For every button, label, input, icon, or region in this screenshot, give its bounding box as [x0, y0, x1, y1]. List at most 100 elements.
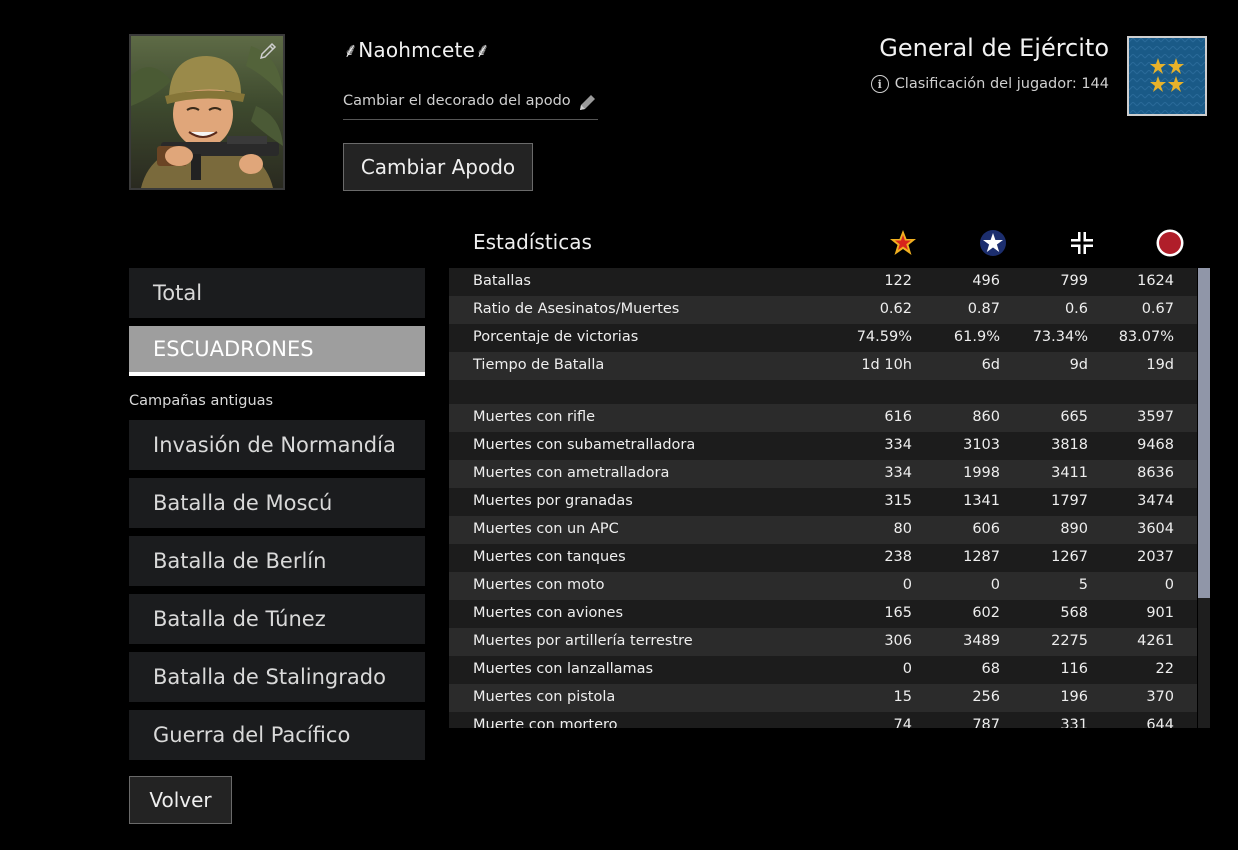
usa-star-icon: [978, 228, 1008, 258]
row-label: Muertes por artillería terrestre: [473, 633, 693, 649]
table-row: Muertes con rifle 616 860 665 3597: [449, 404, 1197, 432]
row-label: Tiempo de Batalla: [473, 357, 605, 373]
row-value: 73.34%: [1032, 329, 1088, 345]
row-value: 787: [972, 717, 1000, 728]
pencil-icon[interactable]: [578, 92, 598, 112]
sidebar-item-pacific[interactable]: Guerra del Pacífico: [129, 710, 425, 760]
info-icon[interactable]: i: [870, 75, 889, 93]
row-value: 4261: [1137, 633, 1174, 649]
row-value: 22: [1155, 661, 1174, 677]
row-value: 3411: [1051, 465, 1088, 481]
table-row: Muertes con aviones 165 602 568 901: [449, 600, 1197, 628]
row-value: 1287: [963, 549, 1000, 565]
row-value: 306: [884, 633, 912, 649]
stats-table: Batallas 122 496 799 1624 Ratio de Asesi…: [449, 268, 1197, 728]
player-classification-text: Clasificación del jugador: 144: [894, 76, 1109, 92]
row-value: 1267: [1051, 549, 1088, 565]
row-value: 644: [1146, 717, 1174, 728]
row-value: 0.6: [1064, 301, 1088, 317]
table-row: Batallas 122 496 799 1624: [449, 268, 1197, 296]
sidebar-item-squadrons[interactable]: ESCUADRONES: [129, 326, 425, 376]
table-row: Ratio de Asesinatos/Muertes 0.62 0.87 0.…: [449, 296, 1197, 324]
row-value: 3489: [963, 633, 1000, 649]
row-value: 6d: [981, 357, 1000, 373]
row-value: 1341: [963, 493, 1000, 509]
rank-title: General de Ejército: [879, 34, 1109, 62]
row-label: Ratio de Asesinatos/Muertes: [473, 301, 680, 317]
edit-avatar-pencil-icon[interactable]: [257, 40, 279, 62]
japan-circle-icon: [1155, 228, 1185, 258]
row-value: 602: [972, 605, 1000, 621]
sidebar-item-berlin[interactable]: Batalla de Berlín: [129, 536, 425, 586]
change-nickname-decor-field[interactable]: Cambiar el decorado del apodo: [343, 90, 598, 120]
row-value: 331: [1060, 717, 1088, 728]
back-button[interactable]: Volver: [129, 776, 232, 824]
stats-scrollbar-thumb[interactable]: [1198, 268, 1210, 598]
row-value: 5: [1078, 577, 1088, 593]
row-value: 1624: [1137, 273, 1174, 289]
sidebar-item-stalingrad[interactable]: Batalla de Stalingrado: [129, 652, 425, 702]
row-value: 2037: [1137, 549, 1174, 565]
row-label: Muertes con un APC: [473, 521, 619, 537]
table-separator-row: [449, 380, 1197, 404]
sidebar-item-total[interactable]: Total: [129, 268, 425, 318]
table-row: Tiempo de Batalla 1d 10h 6d 9d 19d: [449, 352, 1197, 380]
stats-scrollbar[interactable]: [1198, 268, 1210, 728]
row-label: Porcentaje de victorias: [473, 329, 639, 345]
row-label: Muertes con subametralladora: [473, 437, 696, 453]
row-label: Muertes con aviones: [473, 605, 624, 621]
row-value: 116: [1060, 661, 1088, 677]
row-value: 0: [1164, 577, 1174, 593]
table-row: Muertes con tanques 238 1287 1267 2037: [449, 544, 1197, 572]
row-label: Muerte con mortero: [473, 717, 618, 728]
sidebar-item-tunisia[interactable]: Batalla de Túnez: [129, 594, 425, 644]
table-row: Muertes con pistola 15 256 196 370: [449, 684, 1197, 712]
row-value: 196: [1060, 689, 1088, 705]
row-value: 370: [1146, 689, 1174, 705]
row-value: 3103: [963, 437, 1000, 453]
row-value: 122: [884, 273, 912, 289]
row-value: 1998: [963, 465, 1000, 481]
rank-insignia: [1127, 36, 1207, 116]
row-value: 74.59%: [856, 329, 912, 345]
row-label: Batallas: [473, 273, 531, 289]
row-value: 19d: [1146, 357, 1174, 373]
row-value: 334: [884, 437, 912, 453]
row-value: 0.87: [967, 301, 1000, 317]
table-row: Muertes con ametralladora 334 1998 3411 …: [449, 460, 1197, 488]
table-row: Muertes por granadas 315 1341 1797 3474: [449, 488, 1197, 516]
row-value: 256: [972, 689, 1000, 705]
change-nickname-decor-label: Cambiar el decorado del apodo: [343, 93, 571, 109]
player-avatar[interactable]: [129, 34, 285, 190]
table-row: Muertes con lanzallamas 0 68 116 22: [449, 656, 1197, 684]
row-value: 8636: [1137, 465, 1174, 481]
row-value: 0.62: [879, 301, 912, 317]
sidebar-item-normandy[interactable]: Invasión de Normandía: [129, 420, 425, 470]
row-label: Muertes con pistola: [473, 689, 616, 705]
player-nickname: ⸙Naohmcete⸙: [343, 38, 491, 62]
row-label: Muertes con rifle: [473, 409, 596, 425]
row-value: 83.07%: [1118, 329, 1174, 345]
row-label: Muertes por granadas: [473, 493, 633, 509]
row-value: 0: [990, 577, 1000, 593]
row-value: 606: [972, 521, 1000, 537]
row-value: 0.67: [1141, 301, 1174, 317]
row-label: Muertes con tanques: [473, 549, 626, 565]
row-value: 3474: [1137, 493, 1174, 509]
row-value: 3597: [1137, 409, 1174, 425]
row-value: 0: [902, 577, 912, 593]
player-classification: i Clasificación del jugador: 144: [870, 75, 1109, 93]
table-row: Muerte con mortero 74 787 331 644: [449, 712, 1197, 728]
row-label: Muertes con ametralladora: [473, 465, 670, 481]
germany-cross-icon: [1067, 228, 1097, 258]
table-row: Muertes con moto 0 0 5 0: [449, 572, 1197, 600]
ussr-star-icon: [888, 228, 918, 258]
row-value: 616: [884, 409, 912, 425]
row-value: 860: [972, 409, 1000, 425]
row-value: 165: [884, 605, 912, 621]
sidebar-item-moscow[interactable]: Batalla de Moscú: [129, 478, 425, 528]
change-nickname-button[interactable]: Cambiar Apodo: [343, 143, 533, 191]
row-value: 74: [893, 717, 912, 728]
row-value: 901: [1146, 605, 1174, 621]
row-value: 3604: [1137, 521, 1174, 537]
